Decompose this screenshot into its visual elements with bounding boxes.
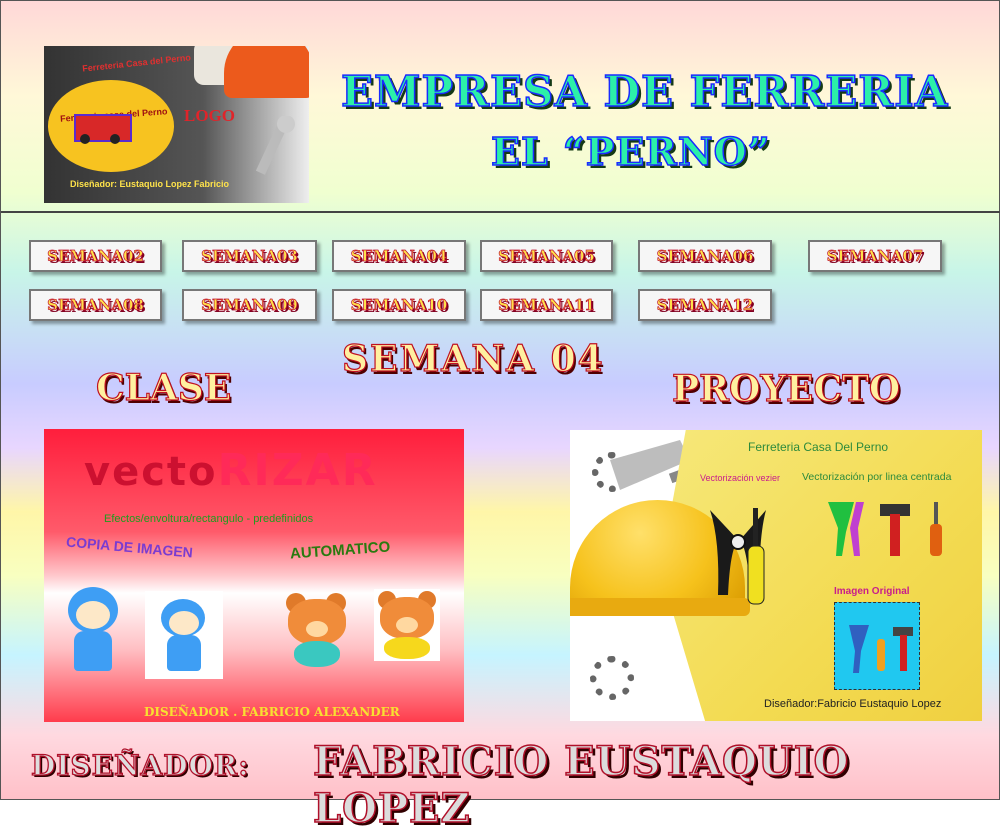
vectorizar-title: vectoRIZAR	[84, 445, 378, 496]
vectorizar-part2: RIZAR	[217, 445, 378, 496]
week-button-12[interactable]: SEMANA12	[638, 289, 772, 321]
week-button-02[interactable]: SEMANA02	[29, 240, 162, 272]
week-button-10[interactable]: SEMANA10	[332, 289, 466, 321]
page: Ferreteria Casa del Perno Ferreteria cas…	[0, 0, 1000, 832]
pocoyo-original-image	[145, 591, 223, 679]
project-title: Ferreteria Casa Del Perno	[748, 440, 889, 454]
clase-label: CLASE	[95, 366, 232, 409]
page-title: EMPRESA DE FERRERIA	[340, 66, 949, 117]
week-button-04[interactable]: SEMANA04	[332, 240, 466, 272]
helmet-shape	[224, 46, 309, 98]
page-subtitle: EL “PERNO”	[490, 128, 771, 175]
class-panel-image[interactable]: vectoRIZAR Efectos/envoltura/rectangulo …	[44, 429, 464, 722]
wheel-icon	[80, 134, 90, 144]
proyecto-label: PROYECTO	[671, 367, 901, 410]
footer-designer-name: FABRICIO EUSTAQUIO LOPEZ	[312, 737, 850, 832]
original-image-box	[834, 602, 920, 690]
wrench-icon	[255, 116, 295, 175]
copy-image-text: COPIA DE IMAGEN	[65, 533, 194, 561]
header-divider	[1, 211, 1000, 213]
week-button-06[interactable]: SEMANA06	[638, 240, 772, 272]
automatic-text: AUTOMATICO	[289, 538, 391, 563]
project-designer-text: Diseñador:Fabricio Eustaquio Lopez	[764, 698, 942, 710]
current-week-title: SEMANA 04	[341, 337, 605, 380]
original-image-label: Imagen Original	[834, 586, 910, 597]
week-button-11[interactable]: SEMANA11	[480, 289, 613, 321]
effects-text: Efectos/envoltura/rectangulo - predefini…	[104, 513, 314, 525]
class-designer-text: DISEÑADOR . FABRICIO ALEXANDER	[144, 705, 400, 719]
vectorizar-part1: vecto	[84, 449, 218, 495]
bear-original-image	[374, 589, 440, 661]
bear-vector-image	[282, 589, 352, 669]
wheel-icon	[110, 134, 120, 144]
logo-designer-text: Diseñador: Eustaquio Lopez Fabricio	[70, 179, 230, 189]
logo-image: Ferreteria Casa del Perno Ferreteria cas…	[44, 46, 309, 203]
pocoyo-vector-image	[62, 587, 122, 677]
vector-bezier-label: Vectorización vezier	[700, 473, 781, 483]
footer-designer-label: DISEÑADOR:	[30, 748, 250, 782]
project-panel-image[interactable]: Ferreteria Casa Del Perno Vectorización …	[570, 430, 982, 721]
week-button-09[interactable]: SEMANA09	[182, 289, 317, 321]
pliers-vector-icon	[710, 510, 766, 595]
gear-icon	[590, 656, 634, 700]
vector-line-label: Vectorización por linea centrada	[802, 471, 952, 483]
logo-word: LOGO	[184, 106, 236, 125]
week-button-03[interactable]: SEMANA03	[182, 240, 317, 272]
week-button-08[interactable]: SEMANA08	[29, 289, 162, 321]
week-button-07[interactable]: SEMANA07	[808, 240, 942, 272]
tools-original-icons	[849, 625, 913, 673]
week-button-05[interactable]: SEMANA05	[480, 240, 613, 272]
logo-arc-text: Ferreteria Casa del Perno	[81, 52, 192, 74]
screwdriver-vector-icon	[747, 508, 765, 605]
tools-vector-icons	[828, 502, 942, 556]
